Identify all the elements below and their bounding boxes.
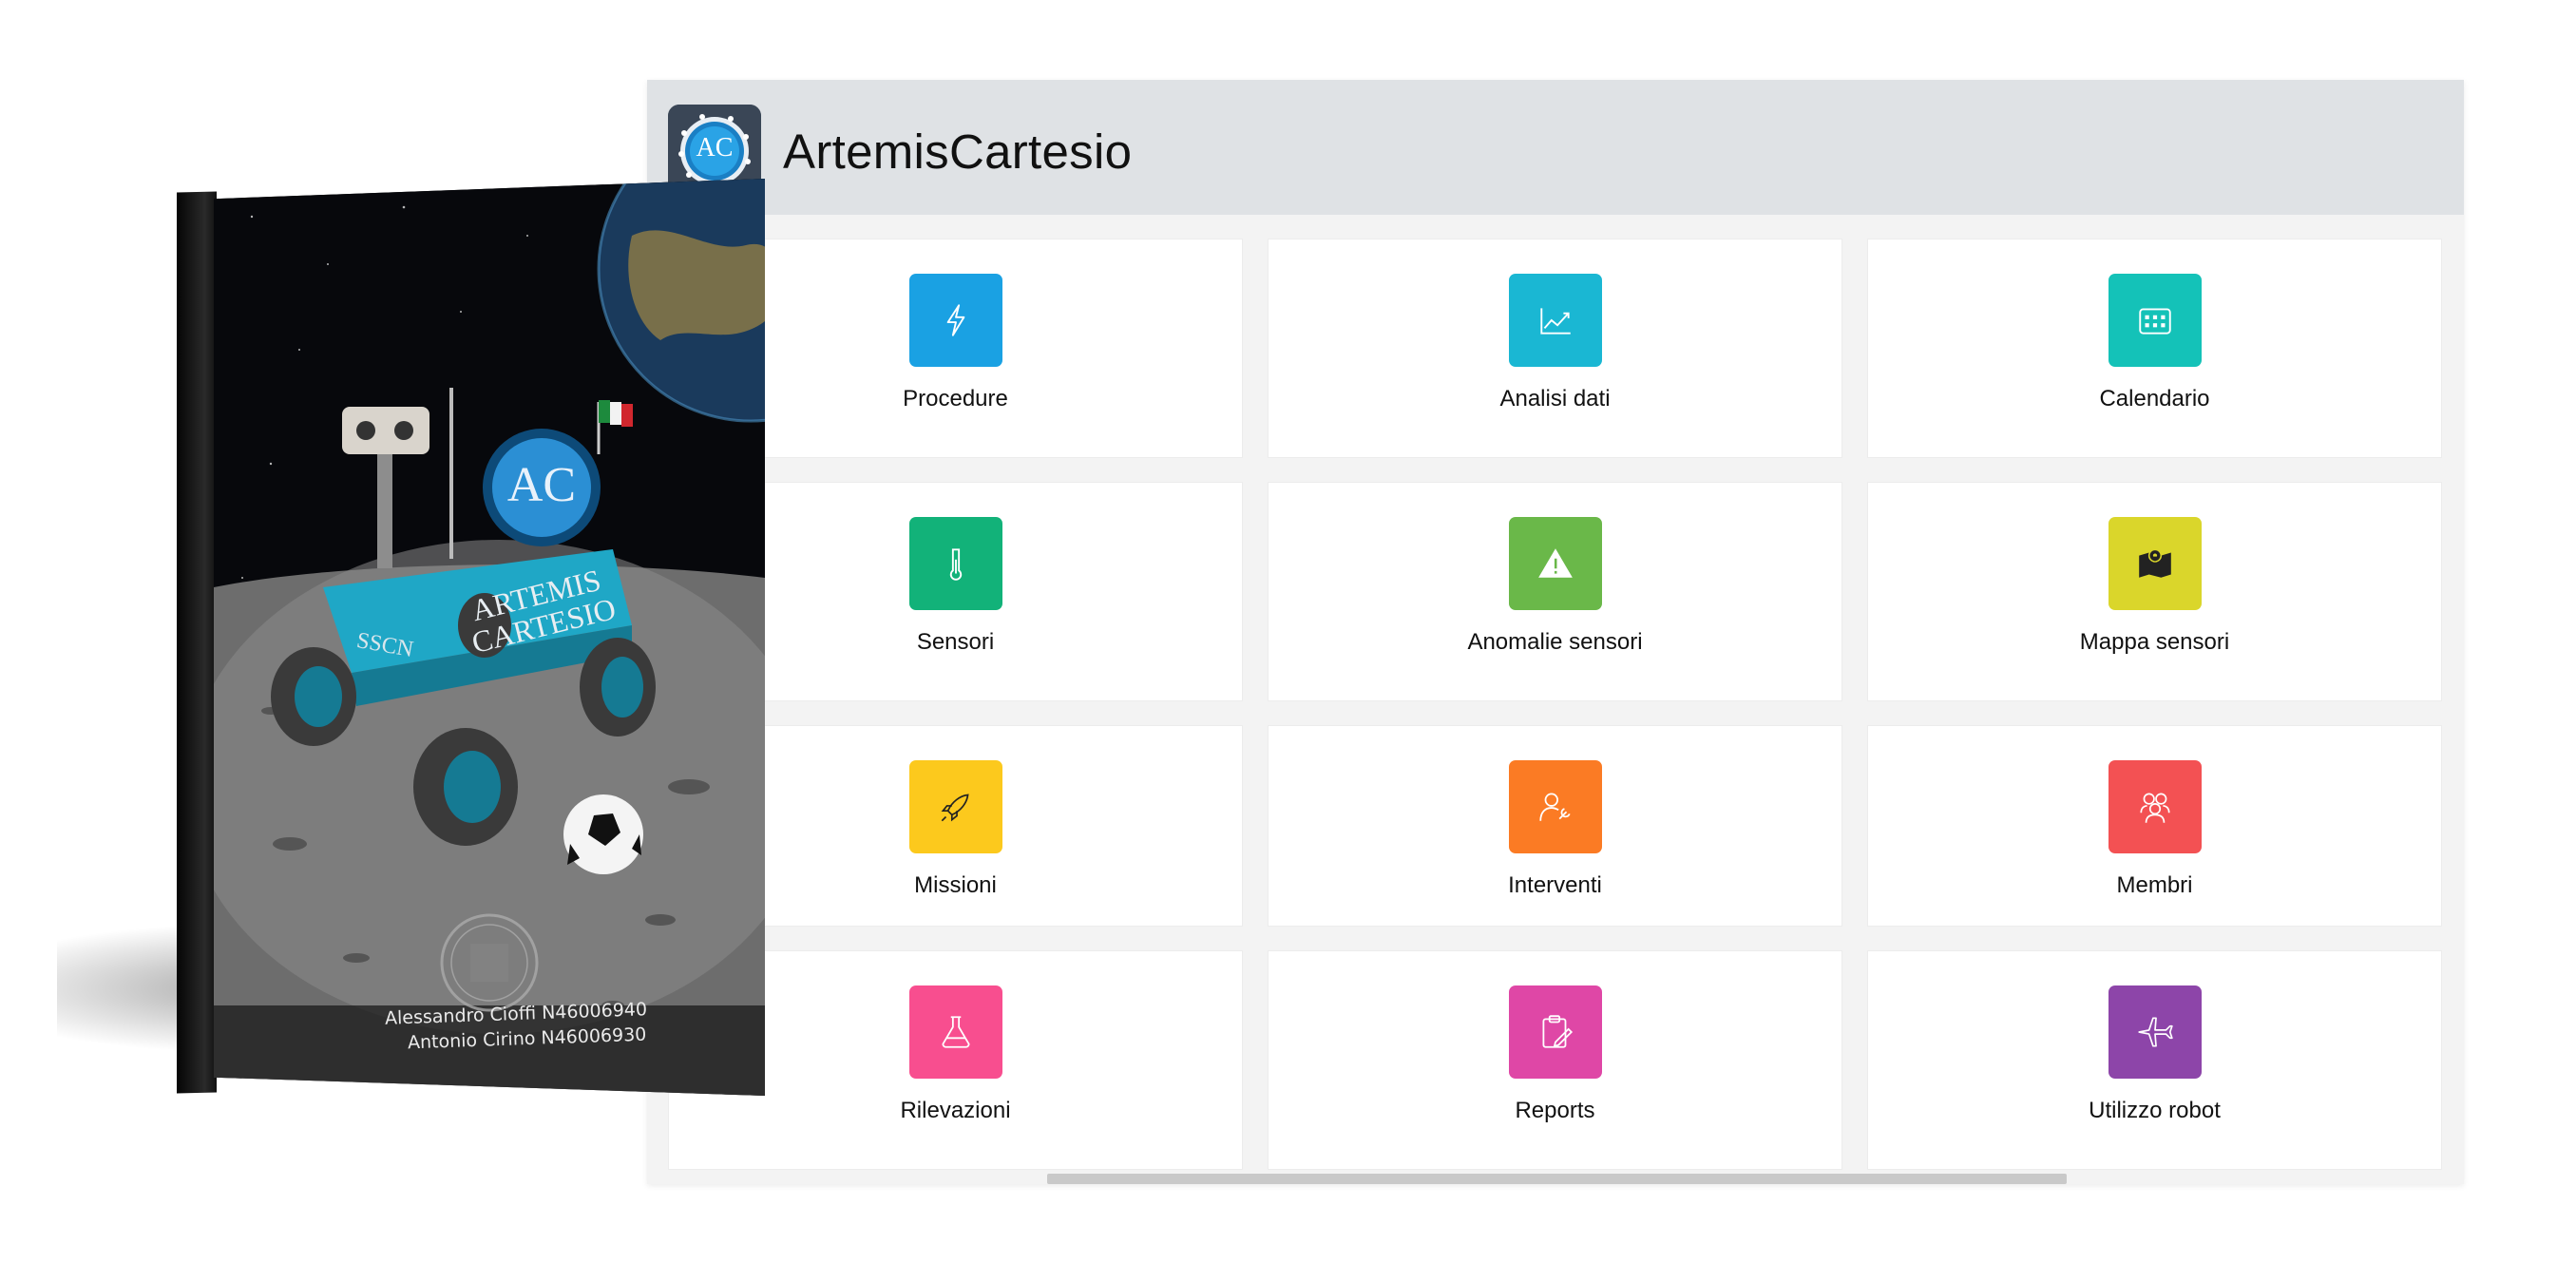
- tile-calendario: [2108, 274, 2202, 367]
- horizontal-scrollbar[interactable]: [1047, 1174, 2067, 1184]
- menu-grid: Procedure Analisi dati Calendario Sensor…: [647, 80, 2464, 1184]
- card-label-mappa-sensori: Mappa sensori: [2079, 629, 2230, 655]
- thermometer-icon: [949, 548, 962, 581]
- tile-reports: [1508, 985, 1602, 1079]
- user-wrench-icon: [1538, 793, 1571, 821]
- tile-interventi: [1508, 760, 1602, 853]
- tile-sensori: [908, 517, 1002, 610]
- card-label-interventi: Interventi: [1508, 872, 1602, 898]
- users-icon: [2139, 793, 2170, 823]
- tile-membri: [2108, 760, 2202, 853]
- card-label-analisi-dati: Analisi dati: [1499, 386, 1611, 411]
- tile-utilizzo-robot: [2108, 985, 2202, 1079]
- rocket-icon: [941, 794, 969, 822]
- book-cover: AC ARTEMIS CARTESIO SSCN Alessandro Ciof…: [214, 179, 765, 1096]
- warning-icon: [1537, 548, 1573, 578]
- card-label-membri: Membri: [2116, 872, 2193, 898]
- card-label-calendario: Calendario: [2099, 386, 2210, 411]
- jet-icon: [2137, 1017, 2173, 1047]
- app-window: AC ArtemisCartesio Procedure Analisi dat…: [647, 80, 2464, 1184]
- lightning-icon: [946, 304, 964, 336]
- card-label-anomalie-sensori: Anomalie sensori: [1467, 629, 1643, 655]
- card-interventi[interactable]: Interventi: [1268, 725, 1842, 927]
- flask-icon: [941, 1016, 970, 1048]
- tile-rilevazioni: [908, 985, 1002, 1079]
- rover-badge-text: AC: [506, 458, 577, 512]
- card-label-rilevazioni: Rilevazioni: [900, 1098, 1011, 1123]
- clipboard-icon: [1542, 1015, 1573, 1048]
- tile-procedure: [908, 274, 1002, 367]
- tile-anomalie-sensori: [1508, 517, 1602, 610]
- card-calendario[interactable]: Calendario: [1867, 239, 2442, 458]
- card-anomalie-sensori[interactable]: Anomalie sensori: [1268, 482, 1842, 701]
- card-utilizzo-robot[interactable]: Utilizzo robot: [1867, 950, 2442, 1170]
- card-label-reports: Reports: [1515, 1098, 1595, 1123]
- card-reports[interactable]: Reports: [1268, 950, 1842, 1170]
- card-membri[interactable]: Membri: [1867, 725, 2442, 927]
- card-analisi-dati[interactable]: Analisi dati: [1268, 239, 1842, 458]
- map-pin-icon: [2138, 548, 2171, 578]
- tile-missioni: [908, 760, 1002, 853]
- line-chart-icon: [1539, 308, 1571, 335]
- card-mappa-sensori[interactable]: Mappa sensori: [1867, 482, 2442, 701]
- tile-analisi-dati: [1508, 274, 1602, 367]
- card-label-utilizzo-robot: Utilizzo robot: [2089, 1098, 2221, 1123]
- tile-mappa-sensori: [2108, 517, 2202, 610]
- book-spine: [177, 191, 217, 1094]
- calendar-icon: [2138, 308, 2171, 335]
